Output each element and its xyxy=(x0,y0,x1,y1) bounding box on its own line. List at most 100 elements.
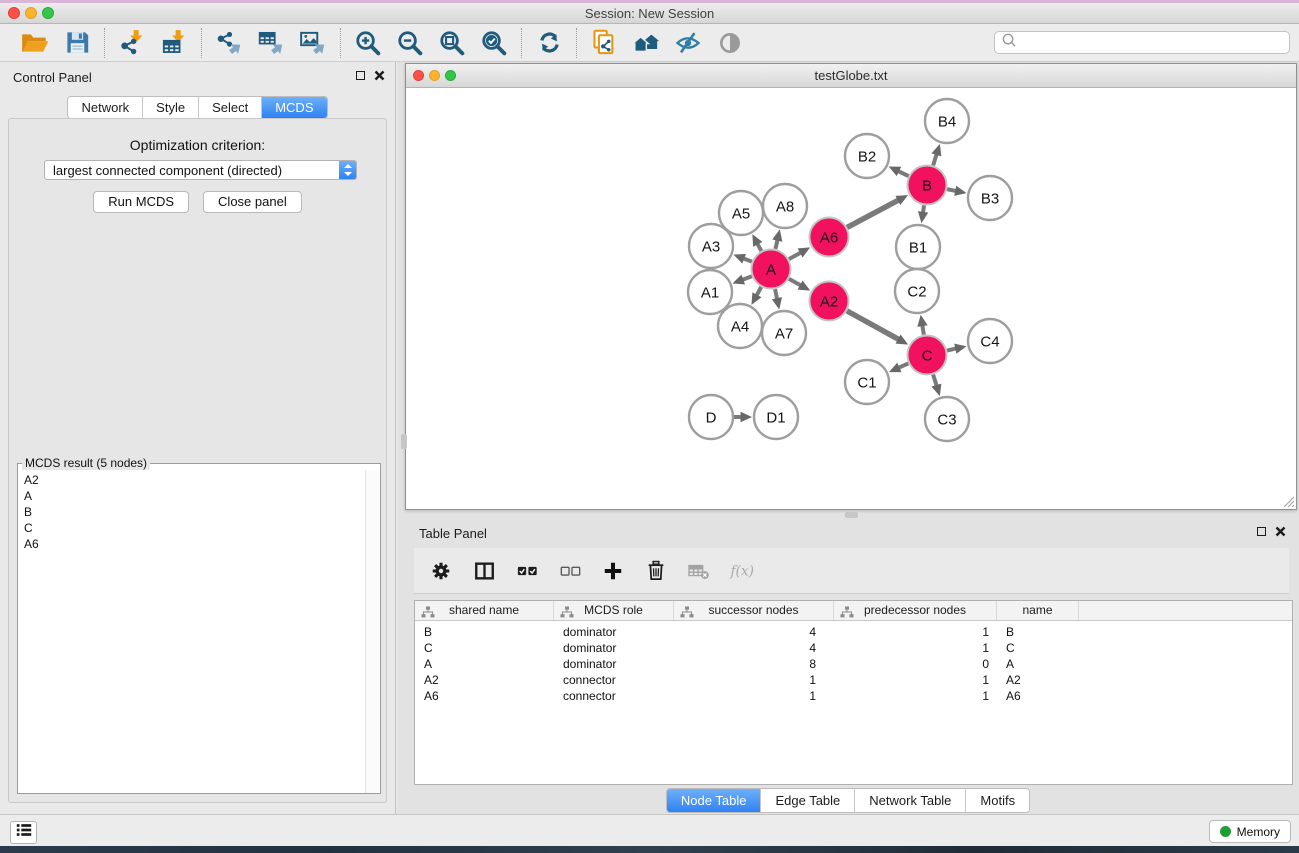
vertical-scrollbar-nub[interactable] xyxy=(401,434,407,449)
table-cell[interactable]: A2 xyxy=(415,672,554,688)
node-D[interactable]: D xyxy=(689,395,733,439)
table-cell[interactable]: 4 xyxy=(674,640,834,656)
column-header-successor-nodes[interactable]: successor nodes xyxy=(674,601,834,620)
node-C[interactable]: C xyxy=(908,336,947,375)
table-tab-node-table[interactable]: Node Table xyxy=(667,789,762,812)
table-tab-motifs[interactable]: Motifs xyxy=(966,789,1029,812)
node-B4[interactable]: B4 xyxy=(925,99,969,143)
save-session-icon[interactable] xyxy=(62,28,92,58)
node-B[interactable]: B xyxy=(908,166,947,205)
node-A6[interactable]: A6 xyxy=(810,218,849,257)
zoom-out-icon[interactable] xyxy=(395,28,425,58)
table-cell[interactable]: 1 xyxy=(834,672,997,688)
hide-graphics-details-icon[interactable] xyxy=(673,28,703,58)
run-mcds-button[interactable]: Run MCDS xyxy=(93,191,189,213)
deselect-all-checks-icon[interactable] xyxy=(557,558,583,584)
search-input[interactable] xyxy=(1017,32,1289,53)
add-column-icon[interactable] xyxy=(600,558,626,584)
table-cell[interactable]: 1 xyxy=(834,624,997,640)
table-row[interactable]: A2connector11A2 xyxy=(415,672,1292,688)
gear-icon[interactable] xyxy=(428,558,454,584)
select-all-checks-icon[interactable] xyxy=(514,558,540,584)
table-cell[interactable]: 0 xyxy=(834,656,997,672)
tab-style[interactable]: Style xyxy=(143,97,199,118)
node-A2[interactable]: A2 xyxy=(810,282,849,321)
node-B1[interactable]: B1 xyxy=(896,225,940,269)
table-cell[interactable]: A2 xyxy=(997,672,1079,688)
table-cell[interactable]: 1 xyxy=(834,688,997,704)
table-cell[interactable]: 1 xyxy=(674,672,834,688)
node-A7[interactable]: A7 xyxy=(762,311,806,355)
table-cell[interactable]: dominator xyxy=(554,640,674,656)
table-cell[interactable]: 1 xyxy=(834,640,997,656)
table-row[interactable]: Bdominator41B xyxy=(415,624,1292,640)
node-A1[interactable]: A1 xyxy=(688,270,732,314)
node-A3[interactable]: A3 xyxy=(689,224,733,268)
table-cell[interactable]: C xyxy=(415,640,554,656)
zoom-selected-icon[interactable] xyxy=(479,28,509,58)
table-cell[interactable]: dominator xyxy=(554,624,674,640)
float-table-panel-icon[interactable] xyxy=(1257,527,1266,536)
home-layout-icon[interactable] xyxy=(631,28,661,58)
table-cell[interactable]: B xyxy=(997,624,1079,640)
resize-grip-icon[interactable] xyxy=(1282,495,1295,508)
close-panel-button[interactable]: Close panel xyxy=(203,191,302,213)
node-C2[interactable]: C2 xyxy=(895,269,939,313)
node-A8[interactable]: A8 xyxy=(763,184,807,228)
table-cell[interactable]: A6 xyxy=(415,688,554,704)
float-panel-icon[interactable] xyxy=(356,71,365,80)
node-C3[interactable]: C3 xyxy=(925,397,969,441)
close-table-panel-icon[interactable] xyxy=(1275,526,1286,537)
column-header-MCDS-role[interactable]: MCDS role xyxy=(554,601,674,620)
column-header-shared-name[interactable]: shared name xyxy=(415,601,554,620)
table-cell[interactable]: A6 xyxy=(997,688,1079,704)
node-B2[interactable]: B2 xyxy=(845,134,889,178)
open-session-icon[interactable] xyxy=(20,28,50,58)
node-A[interactable]: A xyxy=(752,250,791,289)
zoom-in-icon[interactable] xyxy=(353,28,383,58)
refresh-layout-icon[interactable] xyxy=(534,28,564,58)
table-cell[interactable]: C xyxy=(997,640,1079,656)
node-D1[interactable]: D1 xyxy=(754,395,798,439)
table-cell[interactable]: B xyxy=(415,624,554,640)
table-cell[interactable]: A xyxy=(415,656,554,672)
table-cell[interactable]: 1 xyxy=(674,688,834,704)
table-cell[interactable]: 4 xyxy=(674,624,834,640)
node-C1[interactable]: C1 xyxy=(845,360,889,404)
table-tab-network-table[interactable]: Network Table xyxy=(855,789,966,812)
table-cell[interactable]: 8 xyxy=(674,656,834,672)
memory-button[interactable]: Memory xyxy=(1209,820,1291,843)
export-image-icon[interactable] xyxy=(298,28,328,58)
import-table-icon[interactable] xyxy=(159,28,189,58)
export-network-icon[interactable] xyxy=(214,28,244,58)
table-cell[interactable]: connector xyxy=(554,688,674,704)
column-header-name[interactable]: name xyxy=(997,601,1079,620)
zoom-fit-icon[interactable] xyxy=(437,28,467,58)
table-row[interactable]: Cdominator41C xyxy=(415,640,1292,656)
table-cell[interactable]: connector xyxy=(554,672,674,688)
dropdown-stepper-icon[interactable] xyxy=(339,161,356,179)
table-row[interactable]: A6connector11A6 xyxy=(415,688,1292,704)
criterion-dropdown[interactable]: largest connected component (directed) xyxy=(44,160,357,180)
delete-column-icon[interactable] xyxy=(643,558,669,584)
node-A4[interactable]: A4 xyxy=(718,304,762,348)
tab-network[interactable]: Network xyxy=(68,97,143,118)
copy-network-icon[interactable] xyxy=(589,28,619,58)
import-network-icon[interactable] xyxy=(117,28,147,58)
network-canvas[interactable]: B4B2BB3A8A5A6A3B1AA1C2A2A4A7C4CC1C3DD1 xyxy=(406,88,1296,509)
column-layout-icon[interactable] xyxy=(471,558,497,584)
result-scrollbar[interactable] xyxy=(365,470,380,793)
search-field[interactable] xyxy=(994,31,1290,54)
table-cell[interactable]: dominator xyxy=(554,656,674,672)
tab-select[interactable]: Select xyxy=(199,97,262,118)
export-table-icon[interactable] xyxy=(256,28,286,58)
node-C4[interactable]: C4 xyxy=(968,319,1012,363)
network-list-button[interactable] xyxy=(10,821,37,844)
node-B3[interactable]: B3 xyxy=(968,176,1012,220)
table-tab-edge-table[interactable]: Edge Table xyxy=(761,789,855,812)
tab-mcds[interactable]: MCDS xyxy=(262,97,326,118)
table-row[interactable]: Adominator80A xyxy=(415,656,1292,672)
table-cell[interactable]: A xyxy=(997,656,1079,672)
horizontal-scrollbar-nub[interactable] xyxy=(845,512,858,518)
close-panel-icon[interactable] xyxy=(374,70,385,81)
